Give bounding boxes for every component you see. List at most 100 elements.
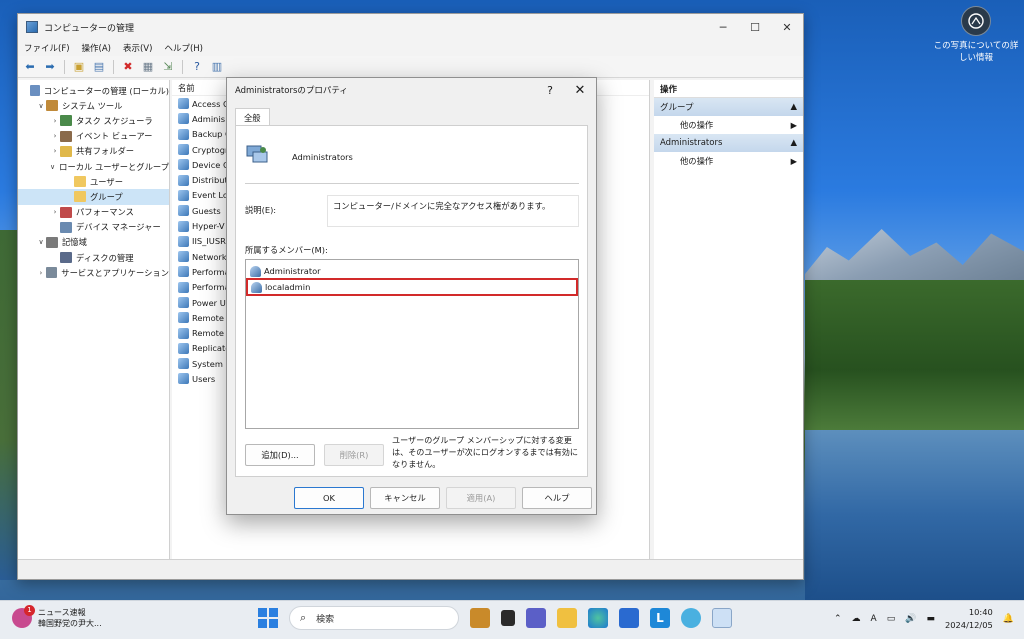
menu-action[interactable]: 操作(A) <box>82 42 111 54</box>
member-item-administrator[interactable]: Administrator <box>246 263 578 279</box>
help-button[interactable]: ヘルプ <box>522 487 592 509</box>
photo-info-widget[interactable]: この写真についての詳 しい情報 <box>928 6 1024 64</box>
member-name: Administrator <box>264 266 321 276</box>
news-widget[interactable]: 1 ニュース速報 韓国野党の尹大... <box>12 605 102 629</box>
group-name: Administrators <box>292 152 353 162</box>
navigation-tree: コンピューターの管理 (ローカル) ∨ システム ツール › タスク スケジューラ › イベ… <box>18 80 170 560</box>
computer-management-taskbar-icon[interactable] <box>712 608 732 628</box>
group-list-label: Remote <box>192 328 225 339</box>
tab-general[interactable]: 全般 <box>235 108 270 126</box>
window-title: コンピューターの管理 <box>44 23 135 34</box>
chevron-right-icon[interactable]: › <box>50 117 60 125</box>
member-item-localadmin[interactable]: localadmin <box>246 278 578 296</box>
edge-browser-icon[interactable] <box>588 608 608 628</box>
menu-help[interactable]: ヘルプ(H) <box>164 42 203 54</box>
group-list-label: Guests <box>192 205 221 216</box>
notification-bell-icon[interactable]: 🔔 <box>1003 614 1014 624</box>
chevron-down-icon[interactable]: ∨ <box>36 102 46 110</box>
chevron-up-icon[interactable]: ⌃ <box>834 614 842 624</box>
cancel-button[interactable]: キャンセル <box>370 487 440 509</box>
chevron-down-icon[interactable]: ∨ <box>36 238 46 246</box>
system-tray: ⌃ ☁ A ▭ 🔊 ▬ 10:40 2024/12/05 🔔 <box>834 606 1014 632</box>
toolbar-separator <box>113 59 114 74</box>
more-actions-item[interactable]: 他の操作 ▶ <box>654 116 803 134</box>
up-folder-icon[interactable]: ▣ <box>71 59 87 75</box>
help-icon[interactable]: ? <box>189 59 205 75</box>
forward-arrow-icon[interactable]: ➡ <box>42 59 58 75</box>
chevron-right-icon[interactable]: › <box>36 269 46 277</box>
circle-app-icon[interactable] <box>681 608 701 628</box>
tree-node[interactable]: › 共有フォルダー <box>18 144 169 159</box>
group-list-label: Cryptogr <box>192 144 229 155</box>
window-titlebar[interactable]: コンピューターの管理 ─ ☐ ✕ <box>18 14 803 40</box>
actions-section-administrators[interactable]: Administrators ▲ <box>654 134 803 152</box>
delete-icon[interactable]: ✖ <box>120 59 136 75</box>
show-hide-tree-icon[interactable]: ▤ <box>91 59 107 75</box>
tree-node-icon <box>45 267 58 279</box>
news-subtitle: 韓国野党の尹大... <box>38 619 102 628</box>
tree-node[interactable]: ∨ システム ツール <box>18 98 169 113</box>
tree-node[interactable]: ∨ ローカル ユーザーとグループ <box>18 159 169 174</box>
task-view-icon[interactable] <box>501 610 515 626</box>
tree-node[interactable]: デバイス マネージャー <box>18 220 169 235</box>
back-arrow-icon[interactable]: ⬅ <box>22 59 38 75</box>
store-icon[interactable] <box>619 608 639 628</box>
more-actions-item[interactable]: 他の操作 ▶ <box>654 152 803 170</box>
taskbar-search[interactable]: ⌕ 検索 <box>289 606 459 630</box>
tree-node[interactable]: ∨ 記憶域 <box>18 235 169 250</box>
tree-node-label: パフォーマンス <box>76 207 134 218</box>
dialog-close-button[interactable]: ✕ <box>564 83 596 98</box>
ime-indicator[interactable]: A <box>871 614 877 624</box>
battery-icon[interactable]: ▬ <box>926 614 935 624</box>
file-explorer-icon[interactable] <box>557 608 577 628</box>
dialog-help-button[interactable]: ? <box>536 84 564 97</box>
mmc-panel-icon[interactable]: ▥ <box>209 59 225 75</box>
l-app-icon[interactable]: L <box>650 608 670 628</box>
tree-node[interactable]: ユーザー <box>18 174 169 189</box>
user-icon <box>250 265 261 277</box>
chevron-right-icon[interactable]: › <box>50 132 60 140</box>
ok-button[interactable]: OK <box>294 487 364 509</box>
properties-icon[interactable]: ▦ <box>140 59 156 75</box>
group-list-label: Distribut <box>192 175 228 186</box>
menu-view[interactable]: 表示(V) <box>123 42 152 54</box>
monitor-icon[interactable]: ▭ <box>887 614 896 624</box>
description-field[interactable]: コンピューター/ドメインに完全なアクセス権があります。 <box>327 195 579 227</box>
tree-node[interactable]: グループ <box>18 189 169 205</box>
tree-node[interactable]: › パフォーマンス <box>18 205 169 220</box>
members-listbox[interactable]: Administrator localadmin <box>245 259 579 429</box>
tree-node-label: ローカル ユーザーとグループ <box>59 161 169 172</box>
minimize-button[interactable]: ─ <box>707 21 739 34</box>
tree-node[interactable]: › サービスとアプリケーション <box>18 265 169 280</box>
briefcase-app-icon[interactable] <box>470 608 490 628</box>
start-button[interactable] <box>258 608 278 628</box>
clock[interactable]: 10:40 2024/12/05 <box>945 606 993 632</box>
close-window-button[interactable]: ✕ <box>771 21 803 34</box>
actions-section-groups[interactable]: グループ ▲ <box>654 98 803 116</box>
group-list-label: Power U <box>192 297 226 308</box>
menu-file[interactable]: ファイル(F) <box>24 42 70 54</box>
tree-node-icon <box>74 191 86 203</box>
tree-node[interactable]: › タスク スケジューラ <box>18 113 169 128</box>
tree-node[interactable]: › イベント ビューアー <box>18 129 169 144</box>
taskbar: 1 ニュース速報 韓国野党の尹大... ⌕ 検索 L ⌃ ☁ A ▭ 🔊 ▬ 1… <box>0 600 1024 639</box>
remove-member-button[interactable]: 削除(R) <box>324 444 384 466</box>
divider <box>245 183 579 184</box>
tree-node[interactable]: コンピューターの管理 (ローカル) <box>18 83 169 98</box>
dialog-titlebar[interactable]: Administratorsのプロパティ ? ✕ <box>227 78 596 102</box>
tree-node-icon <box>60 130 72 142</box>
speaker-icon[interactable]: 🔊 <box>905 614 916 624</box>
cloud-icon[interactable]: ☁ <box>852 614 861 624</box>
tab-strip: 全般 <box>235 108 270 126</box>
maximize-button[interactable]: ☐ <box>739 21 771 34</box>
tree-node[interactable]: ディスクの管理 <box>18 250 169 265</box>
group-list-label: Hyper-V <box>192 221 225 232</box>
tree-node-icon <box>30 85 40 97</box>
export-list-icon[interactable]: ⇲ <box>160 59 176 75</box>
group-list-label: Users <box>192 373 216 384</box>
apply-button[interactable]: 適用(A) <box>446 487 516 509</box>
add-member-button[interactable]: 追加(D)... <box>245 444 315 466</box>
chevron-right-icon[interactable]: › <box>50 147 60 155</box>
teams-icon[interactable] <box>526 608 546 628</box>
chevron-right-icon[interactable]: › <box>50 208 60 216</box>
